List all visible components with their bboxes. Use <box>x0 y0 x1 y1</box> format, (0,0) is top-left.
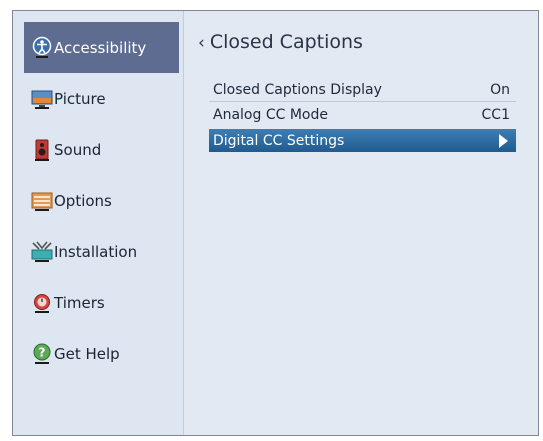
accessibility-icon <box>32 36 52 58</box>
sidebar-item-timers[interactable]: Timers <box>24 277 179 328</box>
picture-icon <box>31 90 53 109</box>
page-title-text: Closed Captions <box>209 31 363 53</box>
settings-window: Accessibility Picture Sound Options Inst… <box>12 10 539 436</box>
options-icon <box>31 192 53 211</box>
speaker-icon <box>35 139 49 161</box>
main-panel: ‹ Closed Captions Closed Captions Display… <box>184 11 538 435</box>
row-value: On <box>490 82 510 98</box>
sidebar-item-label: Options <box>54 191 112 210</box>
menu-row-analog-cc-mode[interactable]: Analog CC Mode CC1 <box>209 103 516 126</box>
sidebar-item-get-help[interactable]: ? Get Help <box>24 328 179 379</box>
sidebar-item-label: Timers <box>54 293 105 312</box>
installation-icon <box>31 240 53 262</box>
sidebar: Accessibility Picture Sound Options Inst… <box>13 11 184 435</box>
menu-row-closed-captions-display[interactable]: Closed Captions Display On <box>209 79 516 102</box>
play-arrow-icon <box>499 133 508 148</box>
sidebar-item-label: Installation <box>54 242 138 261</box>
sidebar-item-label: Accessibility <box>54 38 147 57</box>
sidebar-item-installation[interactable]: Installation <box>24 226 179 277</box>
sidebar-item-label: Picture <box>54 89 106 108</box>
row-value: CC1 <box>481 106 510 123</box>
sidebar-item-accessibility[interactable]: Accessibility <box>24 22 179 73</box>
svg-text:?: ? <box>39 345 46 359</box>
help-icon: ? <box>33 343 51 364</box>
sidebar-item-sound[interactable]: Sound <box>24 124 179 175</box>
page-title[interactable]: ‹ Closed Captions <box>198 31 363 53</box>
sidebar-item-label: Sound <box>54 140 102 159</box>
row-label: Digital CC Settings <box>213 132 345 149</box>
sidebar-item-options[interactable]: Options <box>24 175 179 226</box>
sidebar-item-picture[interactable]: Picture <box>24 73 179 124</box>
chevron-left-icon[interactable]: ‹ <box>198 33 205 53</box>
timer-icon <box>34 293 50 313</box>
row-label: Analog CC Mode <box>213 106 328 123</box>
menu-row-digital-cc-settings[interactable]: Digital CC Settings <box>209 129 516 152</box>
row-label: Closed Captions Display <box>213 82 382 98</box>
sidebar-item-label: Get Help <box>54 344 120 363</box>
